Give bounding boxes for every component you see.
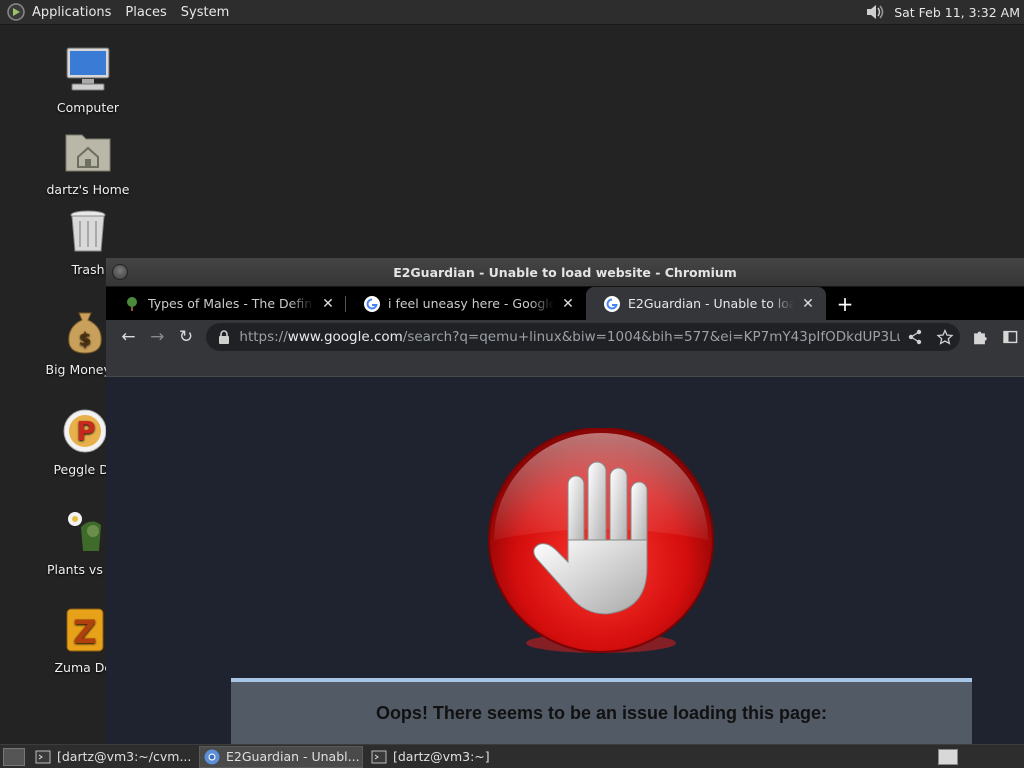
tab-title: i feel uneasy here - Google Sea bbox=[388, 296, 554, 311]
block-page: Oops! There seems to be an issue loading… bbox=[106, 391, 1024, 744]
applications-menu[interactable]: Applications bbox=[32, 5, 111, 20]
tab-e2guardian[interactable]: E2Guardian - Unable to load w ✕ bbox=[586, 287, 826, 320]
clock[interactable]: Sat Feb 11, 3:32 AM bbox=[894, 5, 1020, 20]
money-bag-icon: $ bbox=[68, 312, 102, 354]
taskbar-item-chromium[interactable]: E2Guardian - Unabl... bbox=[199, 745, 363, 768]
bottom-taskbar: [dartz@vm3:~/cvm... E2Guardian - Unabl..… bbox=[0, 744, 1024, 768]
distro-logo-icon[interactable] bbox=[6, 2, 26, 22]
svg-text:Z: Z bbox=[73, 613, 96, 651]
google-favicon-icon bbox=[604, 295, 620, 312]
tab-title: E2Guardian - Unable to load w bbox=[628, 296, 794, 311]
zuma-icon: Z bbox=[66, 608, 104, 652]
lock-icon[interactable] bbox=[218, 330, 230, 344]
desktop-icon-computer[interactable]: Computer bbox=[33, 45, 143, 115]
browser-toolbar: ← → ↻ https://www.google.com/search?q=qe… bbox=[106, 320, 1024, 354]
peggle-icon: P bbox=[63, 409, 107, 453]
url-scheme: https:// bbox=[239, 329, 288, 345]
workspace-switcher[interactable] bbox=[938, 748, 958, 765]
url-path: /search?q=qemu+linux&biw=1004&bih=577&ei… bbox=[402, 329, 901, 345]
terminal-icon bbox=[35, 750, 51, 763]
extensions-puzzle-icon[interactable] bbox=[966, 322, 995, 352]
back-button[interactable]: ← bbox=[114, 322, 143, 352]
chromium-icon bbox=[204, 749, 220, 764]
desktop-icon-label: Computer bbox=[56, 100, 120, 115]
address-bar[interactable]: https://www.google.com/search?q=qemu+lin… bbox=[206, 323, 961, 351]
computer-icon bbox=[66, 47, 110, 91]
side-panel-icon[interactable] bbox=[995, 322, 1024, 352]
close-tab-icon[interactable]: ✕ bbox=[560, 296, 576, 312]
tab-types-of-males[interactable]: Types of Males - The Definitive ✕ bbox=[106, 287, 346, 320]
share-icon[interactable] bbox=[900, 329, 930, 345]
taskbar-item-terminal-cvm[interactable]: [dartz@vm3:~/cvm... bbox=[31, 746, 195, 768]
new-tab-button[interactable]: + bbox=[830, 287, 860, 320]
home-folder-icon bbox=[65, 134, 111, 172]
forward-button[interactable]: → bbox=[143, 322, 172, 352]
window-titlebar[interactable]: E2Guardian - Unable to load website - Ch… bbox=[106, 258, 1024, 287]
url-text[interactable]: https://www.google.com/search?q=qemu+lin… bbox=[239, 329, 900, 345]
tab-google-search[interactable]: i feel uneasy here - Google Sea ✕ bbox=[346, 287, 586, 320]
terminal-icon bbox=[371, 750, 387, 763]
places-menu[interactable]: Places bbox=[125, 5, 166, 20]
window-title: E2Guardian - Unable to load website - Ch… bbox=[393, 264, 737, 280]
close-tab-icon[interactable]: ✕ bbox=[320, 296, 336, 312]
close-tab-icon[interactable]: ✕ bbox=[800, 296, 816, 312]
bookmark-star-icon[interactable] bbox=[930, 329, 960, 345]
volume-icon[interactable] bbox=[864, 2, 886, 22]
plants-vs-zombies-icon bbox=[68, 512, 101, 551]
top-panel: Applications Places System Sat Feb 11, 3… bbox=[0, 0, 1024, 25]
reload-button[interactable]: ↻ bbox=[172, 322, 201, 352]
error-message: Oops! There seems to be an issue loading… bbox=[375, 703, 828, 723]
error-message-box: Oops! There seems to be an issue loading… bbox=[231, 678, 972, 744]
trash-icon bbox=[70, 210, 106, 252]
desktop-icon-home[interactable]: dartz's Home bbox=[33, 127, 143, 197]
browser-window: E2Guardian - Unable to load website - Ch… bbox=[106, 258, 1024, 744]
tab-strip: Types of Males - The Definitive ✕ i feel… bbox=[106, 287, 1024, 320]
bookmarks-bar bbox=[106, 354, 1024, 377]
url-host: www.google.com bbox=[287, 329, 403, 345]
window-menu-button[interactable] bbox=[112, 264, 128, 280]
svg-text:$: $ bbox=[79, 329, 92, 350]
desktop-icon-label: dartz's Home bbox=[46, 182, 130, 197]
tab-title: Types of Males - The Definitive bbox=[148, 296, 314, 311]
stop-hand-icon bbox=[488, 428, 714, 653]
svg-text:P: P bbox=[76, 417, 95, 447]
google-favicon-icon bbox=[364, 295, 380, 312]
taskbar-item-label: E2Guardian - Unabl... bbox=[226, 749, 360, 764]
system-menu[interactable]: System bbox=[181, 5, 229, 20]
tree-favicon-icon bbox=[127, 296, 137, 311]
taskbar-item-terminal-home[interactable]: [dartz@vm3:~] bbox=[367, 746, 531, 768]
taskbar-item-label: [dartz@vm3:~/cvm... bbox=[57, 749, 192, 764]
taskbar-item-label: [dartz@vm3:~] bbox=[393, 749, 490, 764]
show-desktop-button[interactable] bbox=[3, 747, 25, 766]
